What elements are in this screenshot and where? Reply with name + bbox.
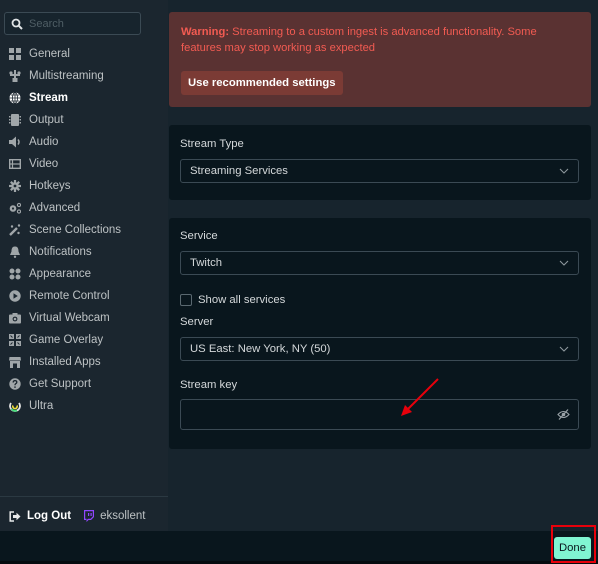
sidebar-item-hotkeys[interactable]: Hotkeys bbox=[0, 175, 168, 197]
service-card: Service Twitch Show all services Server … bbox=[169, 218, 591, 449]
username: eksollent bbox=[100, 510, 146, 522]
warning-message: Warning: Streaming to a custom ingest is… bbox=[181, 24, 579, 56]
sidebar-item-label: Audio bbox=[29, 136, 59, 148]
chevron-down-icon bbox=[559, 260, 569, 266]
bottom-bar bbox=[0, 531, 598, 564]
service-label: Service bbox=[180, 230, 218, 242]
sidebar-divider bbox=[0, 496, 168, 497]
server-value: US East: New York, NY (50) bbox=[190, 343, 331, 355]
show-all-services-toggle[interactable]: Show all services bbox=[180, 294, 285, 306]
sidebar-item-label: Game Overlay bbox=[29, 334, 104, 346]
sidebar-item-output[interactable]: Output bbox=[0, 109, 168, 131]
stream-settings-panel: Warning: Streaming to a custom ingest is… bbox=[168, 0, 598, 531]
sidebar-item-label: Output bbox=[29, 114, 64, 126]
sidebar-item-label: Ultra bbox=[29, 400, 54, 412]
logout-icon bbox=[9, 510, 21, 522]
sidebar-item-label: Advanced bbox=[29, 202, 81, 214]
stream-key-field[interactable] bbox=[180, 399, 579, 430]
speaker-icon bbox=[9, 136, 21, 148]
sidebar-item-label: Multistreaming bbox=[29, 70, 104, 82]
show-all-services-label: Show all services bbox=[198, 294, 286, 306]
sidebar-item-label: Appearance bbox=[29, 268, 92, 280]
multistream-icon bbox=[9, 70, 21, 82]
service-value: Twitch bbox=[190, 257, 223, 269]
search-input[interactable] bbox=[29, 17, 129, 30]
sidebar-item-label: Installed Apps bbox=[29, 356, 101, 368]
twitch-icon bbox=[84, 510, 95, 522]
sidebar-item-label: General bbox=[29, 48, 70, 60]
eye-slash-icon[interactable] bbox=[557, 408, 570, 421]
grid-icon bbox=[9, 48, 21, 60]
play-circle-icon bbox=[9, 290, 21, 302]
settings-window: General Multistreaming Stream Output Aud… bbox=[0, 0, 598, 531]
store-icon bbox=[9, 356, 21, 368]
sidebar: General Multistreaming Stream Output Aud… bbox=[0, 0, 168, 531]
chevron-down-icon bbox=[559, 168, 569, 174]
done-button[interactable]: Done bbox=[554, 537, 591, 559]
sidebar-item-label: Video bbox=[29, 158, 59, 170]
stream-type-label: Stream Type bbox=[180, 138, 244, 150]
sidebar-item-remote-control[interactable]: Remote Control bbox=[0, 285, 168, 307]
camera-icon bbox=[9, 312, 21, 324]
use-recommended-settings-button[interactable]: Use recommended settings bbox=[181, 71, 343, 95]
sidebar-item-label: Virtual Webcam bbox=[29, 312, 110, 324]
sidebar-item-get-support[interactable]: Get Support bbox=[0, 373, 168, 395]
server-select[interactable]: US East: New York, NY (50) bbox=[180, 337, 579, 361]
sidebar-item-video[interactable]: Video bbox=[0, 153, 168, 175]
sidebar-item-installed-apps[interactable]: Installed Apps bbox=[0, 351, 168, 373]
sidebar-item-label: Get Support bbox=[29, 378, 92, 390]
sidebar-item-label: Stream bbox=[29, 92, 68, 104]
sidebar-item-label: Scene Collections bbox=[29, 224, 122, 236]
search-icon bbox=[11, 18, 23, 30]
sidebar-item-appearance[interactable]: Appearance bbox=[0, 263, 168, 285]
stream-type-select[interactable]: Streaming Services bbox=[180, 159, 579, 183]
gears-icon bbox=[9, 202, 21, 214]
question-circle-icon bbox=[9, 378, 21, 390]
logout-button[interactable]: Log Out bbox=[9, 510, 71, 522]
warning-banner: Warning: Streaming to a custom ingest is… bbox=[169, 12, 591, 107]
server-label: Server bbox=[180, 316, 214, 328]
user-account: eksollent bbox=[83, 510, 145, 522]
warning-prefix: Warning: bbox=[181, 26, 230, 38]
film-icon bbox=[9, 158, 21, 170]
logout-label: Log Out bbox=[27, 510, 72, 522]
ultra-icon bbox=[9, 400, 21, 412]
sidebar-item-multistreaming[interactable]: Multistreaming bbox=[0, 65, 168, 87]
palette-icon bbox=[9, 268, 21, 280]
sidebar-item-label: Remote Control bbox=[29, 290, 110, 302]
output-icon bbox=[9, 114, 21, 126]
chevron-down-icon bbox=[559, 346, 569, 352]
sidebar-item-virtual-webcam[interactable]: Virtual Webcam bbox=[0, 307, 168, 329]
stream-type-card: Stream Type Streaming Services bbox=[169, 125, 591, 200]
stream-key-label: Stream key bbox=[180, 379, 238, 391]
stream-type-value: Streaming Services bbox=[190, 165, 288, 177]
search-box[interactable] bbox=[4, 12, 141, 35]
stream-key-input[interactable] bbox=[181, 400, 541, 429]
sidebar-item-advanced[interactable]: Advanced bbox=[0, 197, 168, 219]
bell-icon bbox=[9, 246, 21, 258]
gear-icon bbox=[9, 180, 21, 192]
sidebar-item-audio[interactable]: Audio bbox=[0, 131, 168, 153]
sidebar-item-general[interactable]: General bbox=[0, 43, 168, 65]
settings-nav: General Multistreaming Stream Output Aud… bbox=[0, 43, 168, 417]
sidebar-item-game-overlay[interactable]: Game Overlay bbox=[0, 329, 168, 351]
sidebar-item-label: Hotkeys bbox=[29, 180, 71, 192]
warning-text: Streaming to a custom ingest is advanced… bbox=[181, 26, 537, 54]
show-all-services-checkbox[interactable] bbox=[180, 294, 192, 306]
sidebar-footer: Log Out eksollent bbox=[9, 508, 145, 524]
service-select[interactable]: Twitch bbox=[180, 251, 579, 275]
sidebar-item-scene-collections[interactable]: Scene Collections bbox=[0, 219, 168, 241]
wand-icon bbox=[9, 224, 21, 236]
sidebar-item-label: Notifications bbox=[29, 246, 92, 258]
expand-icon bbox=[9, 334, 21, 346]
sidebar-item-ultra[interactable]: Ultra bbox=[0, 395, 168, 417]
sidebar-item-notifications[interactable]: Notifications bbox=[0, 241, 168, 263]
globe-icon bbox=[9, 92, 21, 104]
sidebar-item-stream[interactable]: Stream bbox=[0, 87, 168, 109]
